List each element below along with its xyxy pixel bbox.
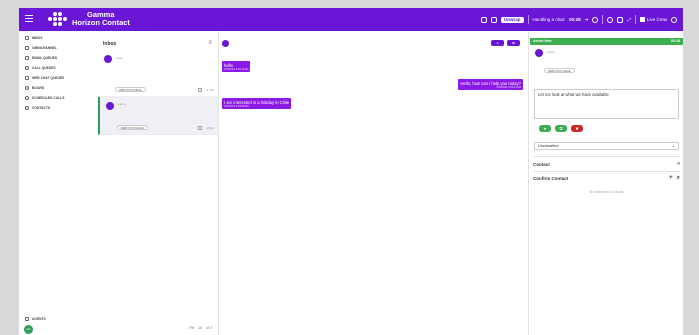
avatar[interactable]: LC (24, 325, 33, 334)
contacts-icon (25, 105, 29, 110)
divider (533, 171, 680, 172)
queue-tag: WEB CHAT QUEUE (115, 87, 146, 92)
agents-icon (25, 317, 29, 321)
handling-label: Handling a chat: (532, 17, 566, 22)
conversation-panel: ● ✖ hello 2/24/2021 2:53:14 AM Hello, ho… (219, 31, 529, 335)
sidebar-item-label: OMNICHANNEL (32, 45, 57, 50)
message-time: 2/24/2021 2:53:19 AM (496, 85, 521, 89)
active-item-label: Active item (533, 39, 552, 43)
settings-icon[interactable] (592, 16, 599, 23)
menu-icon[interactable] (25, 15, 33, 23)
sidebar-item-label: CALL QUEUES (32, 65, 56, 70)
send-button[interactable]: ➤ (539, 125, 551, 132)
inbox-card[interactable]: Xuqy WEB CHAT QUEUE 1 h53 (98, 51, 218, 97)
queue-tag: WEB CHAT QUEUE (544, 68, 575, 73)
top-bar: Gamma Horizon Contact Unwrap Handling a … (19, 8, 683, 31)
empty-state: No Matched Contacts (589, 190, 624, 194)
per-page-select[interactable]: 10 (198, 326, 202, 330)
timer-icon[interactable] (607, 16, 614, 23)
chat-avatar-icon (222, 40, 229, 47)
card-time: 15:42 (206, 126, 214, 130)
details-panel: Active item 00:28 Laboy WEB CHAT QUEUE L… (530, 31, 683, 335)
reply-textarea[interactable]: Let me look at what we have available (534, 89, 679, 119)
transfer-button[interactable]: ⧉ (555, 125, 567, 132)
handling-time: 00:28 (569, 17, 581, 22)
conversation-actions: ● ✖ (491, 40, 520, 46)
close-button[interactable]: ✖ (571, 125, 583, 132)
chat-avatar-icon (106, 102, 114, 110)
message-time: 2/24/2021 2:53:53 AM (224, 104, 249, 108)
app-window: Gamma Horizon Contact Unwrap Handling a … (19, 8, 683, 335)
user-icon (639, 17, 645, 22)
active-item-bar: Active item 00:28 (530, 38, 683, 45)
brand-name: Gamma Horizon Contact (72, 11, 130, 27)
email-icon (25, 55, 29, 60)
inbox-icon (25, 35, 29, 40)
list-icon[interactable] (491, 16, 498, 23)
sidebar-item-label: BOARD (32, 85, 45, 90)
divider (533, 156, 680, 157)
chevron-up-icon[interactable]: ^ (677, 162, 680, 168)
chat-icon (25, 75, 29, 80)
queue-tag: WEB CHAT QUEUE (117, 125, 148, 130)
message-outgoing: Hello, how can I help you today? 2/24/20… (458, 79, 523, 90)
search-icon[interactable]: ⌕ (677, 175, 680, 182)
chat-avatar-icon (535, 49, 543, 57)
reply-actions: ➤ ⧉ ✖ (539, 125, 583, 132)
phone-icon (25, 65, 29, 70)
card-name: Xuqy (116, 56, 123, 60)
message-incoming: I am interested in a holiday in Chile 2/… (222, 98, 292, 109)
confirm-contact-label: Confirm Contact (533, 176, 569, 181)
inbox-title: Inbox (103, 41, 117, 47)
add-icon[interactable]: + (669, 175, 673, 182)
hold-button[interactable]: ● (491, 40, 504, 46)
header-divider (602, 15, 604, 24)
status-dropdown[interactable]: Unwrap (501, 16, 524, 23)
message-time: 2/24/2021 2:53:14 AM (224, 67, 249, 71)
expand-icon[interactable]: ⤢ (627, 17, 631, 22)
contact-section-header[interactable]: Contact ^ (533, 162, 680, 168)
user-menu[interactable]: Live Crew (639, 17, 667, 22)
chevron-down-icon: ⌄ (671, 143, 675, 148)
sidebar-item-label: CONTACTS (32, 105, 51, 110)
clock-icon (25, 95, 29, 100)
brand-line2: Horizon Contact (72, 18, 130, 27)
disposition-value: Unclassified (538, 144, 559, 148)
sidebar-item-label: SCHEDULED CALLS (32, 95, 65, 100)
chat-channel-icon (198, 126, 202, 130)
contact-tools: + ⌕ (669, 175, 680, 182)
omnichannel-icon (25, 45, 29, 50)
notes-icon[interactable] (617, 16, 624, 23)
sidebar-item-label: EMAIL QUEUES (32, 55, 58, 60)
board-icon (25, 85, 29, 90)
headset-icon[interactable] (481, 16, 488, 23)
page-range: of 2 (206, 326, 212, 330)
chat-avatar-icon (104, 55, 112, 63)
card-time: 1 h53 (206, 88, 214, 92)
confirm-contact-header: Confirm Contact + ⌕ (533, 175, 680, 182)
user-label: Live Crew (646, 17, 667, 22)
inbox-panel: Inbox ≡ Xuqy WEB CHAT QUEUE 1 h53 Laboy … (98, 31, 219, 335)
filter-icon[interactable]: ≡ (208, 40, 212, 46)
agents-label: AGENTS (32, 317, 46, 321)
sidebar-item-label: WEB CHAT QUEUES (32, 75, 65, 80)
page-label: Fitt (189, 326, 195, 330)
contact-name: Laboy (547, 50, 556, 54)
header-divider (634, 15, 636, 24)
sidebar-item-label: INBOX (32, 35, 43, 40)
message-incoming: hello 2/24/2021 2:53:14 AM (222, 61, 251, 72)
card-name: Laboy (118, 102, 127, 106)
arrow-icon: ➜ (584, 16, 589, 22)
brand-logo (48, 12, 68, 26)
chat-channel-icon (198, 88, 202, 92)
active-item-time: 00:28 (671, 39, 680, 43)
inbox-card-active[interactable]: Laboy WEB CHAT QUEUE 15:42 (98, 97, 218, 135)
header-tools: Unwrap Handling a chat: 00:28 ➜ ⤢ Live C… (481, 14, 677, 25)
help-icon[interactable] (671, 16, 677, 23)
disposition-select[interactable]: Unclassified ⌄ (534, 142, 679, 150)
end-chat-button[interactable]: ✖ (507, 40, 520, 46)
contact-section-label: Contact (533, 162, 550, 167)
header-divider (527, 15, 529, 24)
pagination: Fitt 10 of 2 (189, 326, 212, 330)
